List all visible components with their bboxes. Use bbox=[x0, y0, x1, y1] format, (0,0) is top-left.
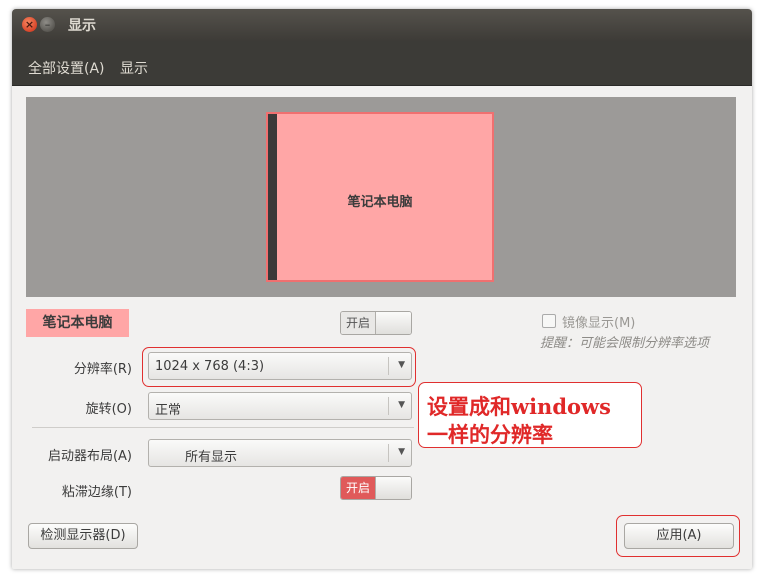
mirror-displays-label: 镜像显示(M) bbox=[562, 316, 636, 331]
resolution-highlight bbox=[142, 347, 416, 387]
monitor-preview-laptop[interactable]: 笔记本电脑 bbox=[266, 112, 494, 282]
minimize-window-button[interactable]: – bbox=[40, 17, 55, 32]
toggle-knob bbox=[375, 312, 411, 334]
selected-display-name: 笔记本电脑 bbox=[26, 309, 129, 337]
monitor-preview-label: 笔记本电脑 bbox=[347, 195, 413, 210]
sticky-edges-label: 粘滞边缘(T) bbox=[61, 485, 132, 500]
annotation-line-1: 设置成和windows bbox=[427, 394, 611, 419]
combo-separator bbox=[388, 397, 389, 415]
display-settings-window: × – 显示 全部设置(A) 显示 笔记本电脑 笔记本电脑 开启 镜像显示(M)… bbox=[12, 9, 752, 569]
sticky-edges-toggle-label: 开启 bbox=[341, 477, 375, 499]
display-power-toggle-label: 开启 bbox=[341, 312, 375, 334]
menu-display[interactable]: 显示 bbox=[120, 58, 148, 78]
toggle-knob bbox=[375, 477, 411, 499]
combo-separator bbox=[388, 444, 389, 462]
rotation-value: 正常 bbox=[155, 403, 182, 418]
sticky-edges-toggle[interactable]: 开启 bbox=[340, 476, 412, 500]
menu-all-settings[interactable]: 全部设置(A) bbox=[28, 58, 105, 78]
title-bar: × – 显示 bbox=[12, 9, 752, 41]
annotation-callout: 设置成和windows 一样的分辨率 bbox=[418, 382, 642, 448]
resolution-label: 分辨率(R) bbox=[73, 362, 132, 377]
close-window-button[interactable]: × bbox=[22, 17, 37, 32]
chevron-down-icon: ▼ bbox=[398, 447, 405, 457]
display-power-toggle[interactable]: 开启 bbox=[340, 311, 412, 335]
rotation-dropdown[interactable]: 正常 ▼ bbox=[148, 392, 412, 420]
launcher-placement-value: 所有显示 bbox=[185, 450, 238, 465]
mirror-hint-text: 提醒：可能会限制分辨率选项 bbox=[540, 336, 710, 351]
window-title: 显示 bbox=[68, 18, 96, 34]
rotation-label: 旋转(O) bbox=[85, 402, 132, 417]
launcher-placement-label: 启动器布局(A) bbox=[47, 449, 132, 464]
mirror-displays-checkbox[interactable] bbox=[542, 314, 556, 328]
annotation-line-2: 一样的分辨率 bbox=[427, 422, 553, 447]
apply-highlight bbox=[616, 515, 740, 557]
section-divider bbox=[32, 427, 414, 428]
detect-displays-button[interactable]: 检测显示器(D) bbox=[28, 523, 138, 549]
menu-bar: 全部设置(A) 显示 bbox=[12, 41, 752, 86]
monitor-arrangement-area[interactable]: 笔记本电脑 bbox=[26, 97, 736, 297]
chevron-down-icon: ▼ bbox=[398, 400, 405, 410]
launcher-placement-dropdown[interactable]: 所有显示 ▼ bbox=[148, 439, 412, 467]
